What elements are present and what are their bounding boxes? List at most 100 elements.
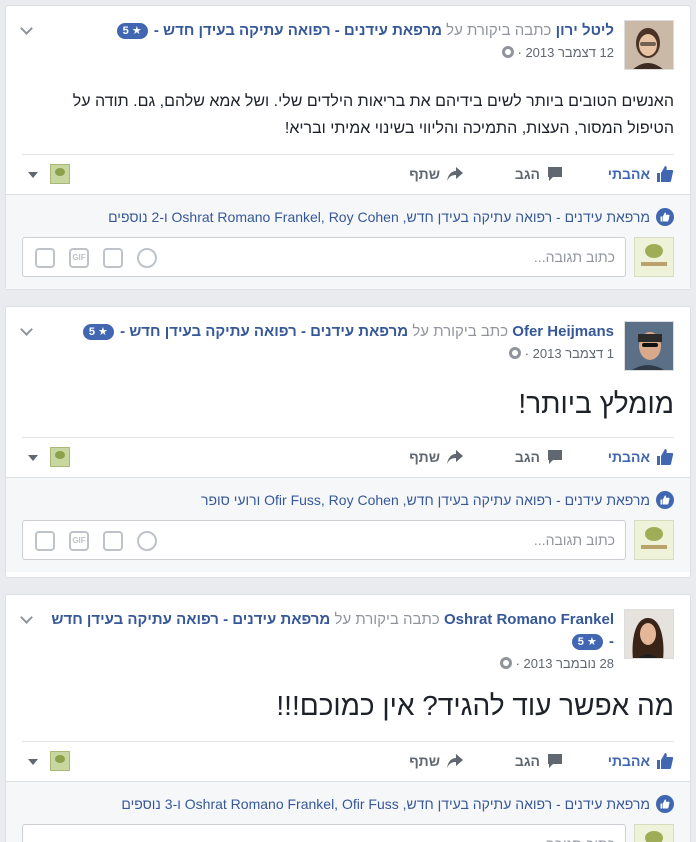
action-bar: אהבתי הגב שתף <box>22 154 674 194</box>
post-text: מה אפשר עוד להגיד? אין כמוכם!!! <box>276 690 674 721</box>
action-bar: אהבתי הגב שתף <box>22 437 674 477</box>
action-bar: אהבתי הגב שתף <box>22 741 674 781</box>
post-headline: Ofer Heijmans כתב ביקורת על מרפאת עידנים… <box>46 321 614 363</box>
gif-icon[interactable]: GIF <box>69 248 89 268</box>
comment-placeholder: כתוב תגובה... <box>534 836 615 842</box>
review-post: ליטל ירון כתבה ביקורת על מרפאת עידנים - … <box>5 5 691 290</box>
chevron-down-icon[interactable] <box>20 325 32 335</box>
avatar[interactable] <box>624 609 674 659</box>
page-link[interactable]: מרפאת עידנים - רפואה עתיקה בעידן חדש - <box>154 22 442 39</box>
page-link[interactable]: מרפאת עידנים - רפואה עתיקה בעידן חדש - <box>120 323 408 340</box>
page-avatar-small[interactable] <box>50 751 70 771</box>
share-label: שתף <box>409 449 440 465</box>
chevron-down-icon[interactable] <box>20 613 32 623</box>
avatar[interactable] <box>624 20 674 70</box>
review-post: Oshrat Romano Frankel כתבה ביקורת על מרפ… <box>5 594 691 842</box>
camera-icon[interactable] <box>103 248 123 268</box>
post-header: ליטל ירון כתבה ביקורת על מרפאת עידנים - … <box>6 6 690 76</box>
like-button[interactable]: אהבתי <box>608 165 674 183</box>
avatar[interactable] <box>624 321 674 371</box>
author-name[interactable]: Oshrat Romano Frankel <box>444 611 614 628</box>
comment-button[interactable]: הגב <box>515 752 564 770</box>
reactions-summary[interactable]: מרפאת עידנים - רפואה עתיקה בעידן חדש, Os… <box>6 194 690 237</box>
gif-icon[interactable]: GIF <box>69 531 89 551</box>
comment-input[interactable]: כתוב תגובה... GIF <box>22 237 626 277</box>
emoji-icon[interactable] <box>137 248 157 268</box>
share-button[interactable]: שתף <box>409 165 464 183</box>
post-headline: Oshrat Romano Frankel כתבה ביקורת על מרפ… <box>46 609 614 673</box>
review-post: Ofer Heijmans כתב ביקורת על מרפאת עידנים… <box>5 306 691 578</box>
comment-input[interactable]: כתוב תגובה... <box>22 824 626 842</box>
chevron-down-icon[interactable] <box>20 24 32 34</box>
thumbs-up-icon <box>657 449 674 465</box>
comment-composer: כתוב תגובה... GIF <box>6 520 690 572</box>
rating-badge: 5 ★ <box>82 324 114 340</box>
rating-badge: 5 ★ <box>571 634 603 650</box>
globe-icon <box>501 46 514 58</box>
comment-label: הגב <box>514 166 540 182</box>
thumbs-up-icon <box>657 166 674 182</box>
comment-button[interactable]: הגב <box>515 165 564 183</box>
camera-icon[interactable] <box>103 531 123 551</box>
post-meta: 28 נובמבר 2013 · <box>46 655 614 673</box>
sticker-icon[interactable] <box>35 248 55 268</box>
comment-placeholder: כתוב תגובה... <box>533 249 615 265</box>
author-name[interactable]: ליטל ירון <box>556 22 614 39</box>
thumbs-up-icon <box>656 208 674 226</box>
post-text: מומלץ ביותר! <box>518 388 674 419</box>
share-button[interactable]: שתף <box>409 752 464 770</box>
page-avatar-small[interactable] <box>50 164 70 184</box>
review-verb: כתבה ביקורת על <box>446 22 552 39</box>
comment-icon <box>548 450 562 464</box>
like-button[interactable]: אהבתי <box>608 448 674 466</box>
page-avatar-small[interactable] <box>50 447 70 467</box>
avatar <box>634 520 674 560</box>
like-label: אהבתי <box>607 753 650 769</box>
emoji-icon[interactable] <box>137 531 157 551</box>
reactions-summary[interactable]: מרפאת עידנים - רפואה עתיקה בעידן חדש, Os… <box>6 781 690 824</box>
avatar <box>634 824 674 842</box>
like-label: אהבתי <box>607 166 650 182</box>
share-arrow-icon <box>447 167 463 181</box>
post-header: Oshrat Romano Frankel כתבה ביקורת על מרפ… <box>6 595 690 679</box>
reactions-names[interactable]: מרפאת עידנים - רפואה עתיקה בעידן חדש, Os… <box>108 207 650 227</box>
avatar <box>634 237 674 277</box>
share-arrow-icon <box>447 450 463 464</box>
comment-input[interactable]: כתוב תגובה... GIF <box>22 520 626 560</box>
post-meta: 1 דצמבר 2013 · <box>46 345 614 363</box>
chevron-down-icon[interactable] <box>28 172 38 178</box>
post-meta: 12 דצמבר 2013 · <box>46 44 614 62</box>
comment-icon <box>548 754 562 768</box>
post-date[interactable]: 28 נובמבר 2013 · <box>516 656 614 671</box>
reactions-names[interactable]: מרפאת עידנים - רפואה עתיקה בעידן חדש, Of… <box>201 490 650 510</box>
globe-icon <box>499 657 512 669</box>
globe-icon <box>509 347 522 359</box>
comment-label: הגב <box>514 449 540 465</box>
thumbs-up-icon <box>656 491 674 509</box>
review-verb: כתבה ביקורת על <box>334 611 440 628</box>
comment-composer: כתוב תגובה... GIF <box>6 237 690 289</box>
post-text: האנשים הטובים ביותר לשים בידיהם את בריאו… <box>72 93 674 137</box>
review-verb: כתב ביקורת על <box>412 323 509 340</box>
author-name[interactable]: Ofer Heijmans <box>512 323 614 340</box>
post-date[interactable]: 1 דצמבר 2013 · <box>525 346 614 361</box>
reactions-summary[interactable]: מרפאת עידנים - רפואה עתיקה בעידן חדש, Of… <box>6 477 690 520</box>
thumbs-up-icon <box>657 753 674 769</box>
share-button[interactable]: שתף <box>409 448 464 466</box>
share-arrow-icon <box>447 754 463 768</box>
like-button[interactable]: אהבתי <box>608 752 674 770</box>
post-date[interactable]: 12 דצמבר 2013 · <box>517 45 614 60</box>
rating-badge: 5 ★ <box>116 23 148 39</box>
comment-icon <box>548 167 562 181</box>
post-header: Ofer Heijmans כתב ביקורת על מרפאת עידנים… <box>6 307 690 377</box>
comment-button[interactable]: הגב <box>515 448 564 466</box>
chevron-down-icon[interactable] <box>28 759 38 765</box>
sticker-icon[interactable] <box>35 531 55 551</box>
like-label: אהבתי <box>607 449 650 465</box>
comment-placeholder: כתוב תגובה... <box>533 532 615 548</box>
chevron-down-icon[interactable] <box>28 455 38 461</box>
share-label: שתף <box>409 753 440 769</box>
comment-label: הגב <box>514 753 540 769</box>
reactions-names[interactable]: מרפאת עידנים - רפואה עתיקה בעידן חדש, Os… <box>121 794 650 814</box>
thumbs-up-icon <box>656 795 674 813</box>
